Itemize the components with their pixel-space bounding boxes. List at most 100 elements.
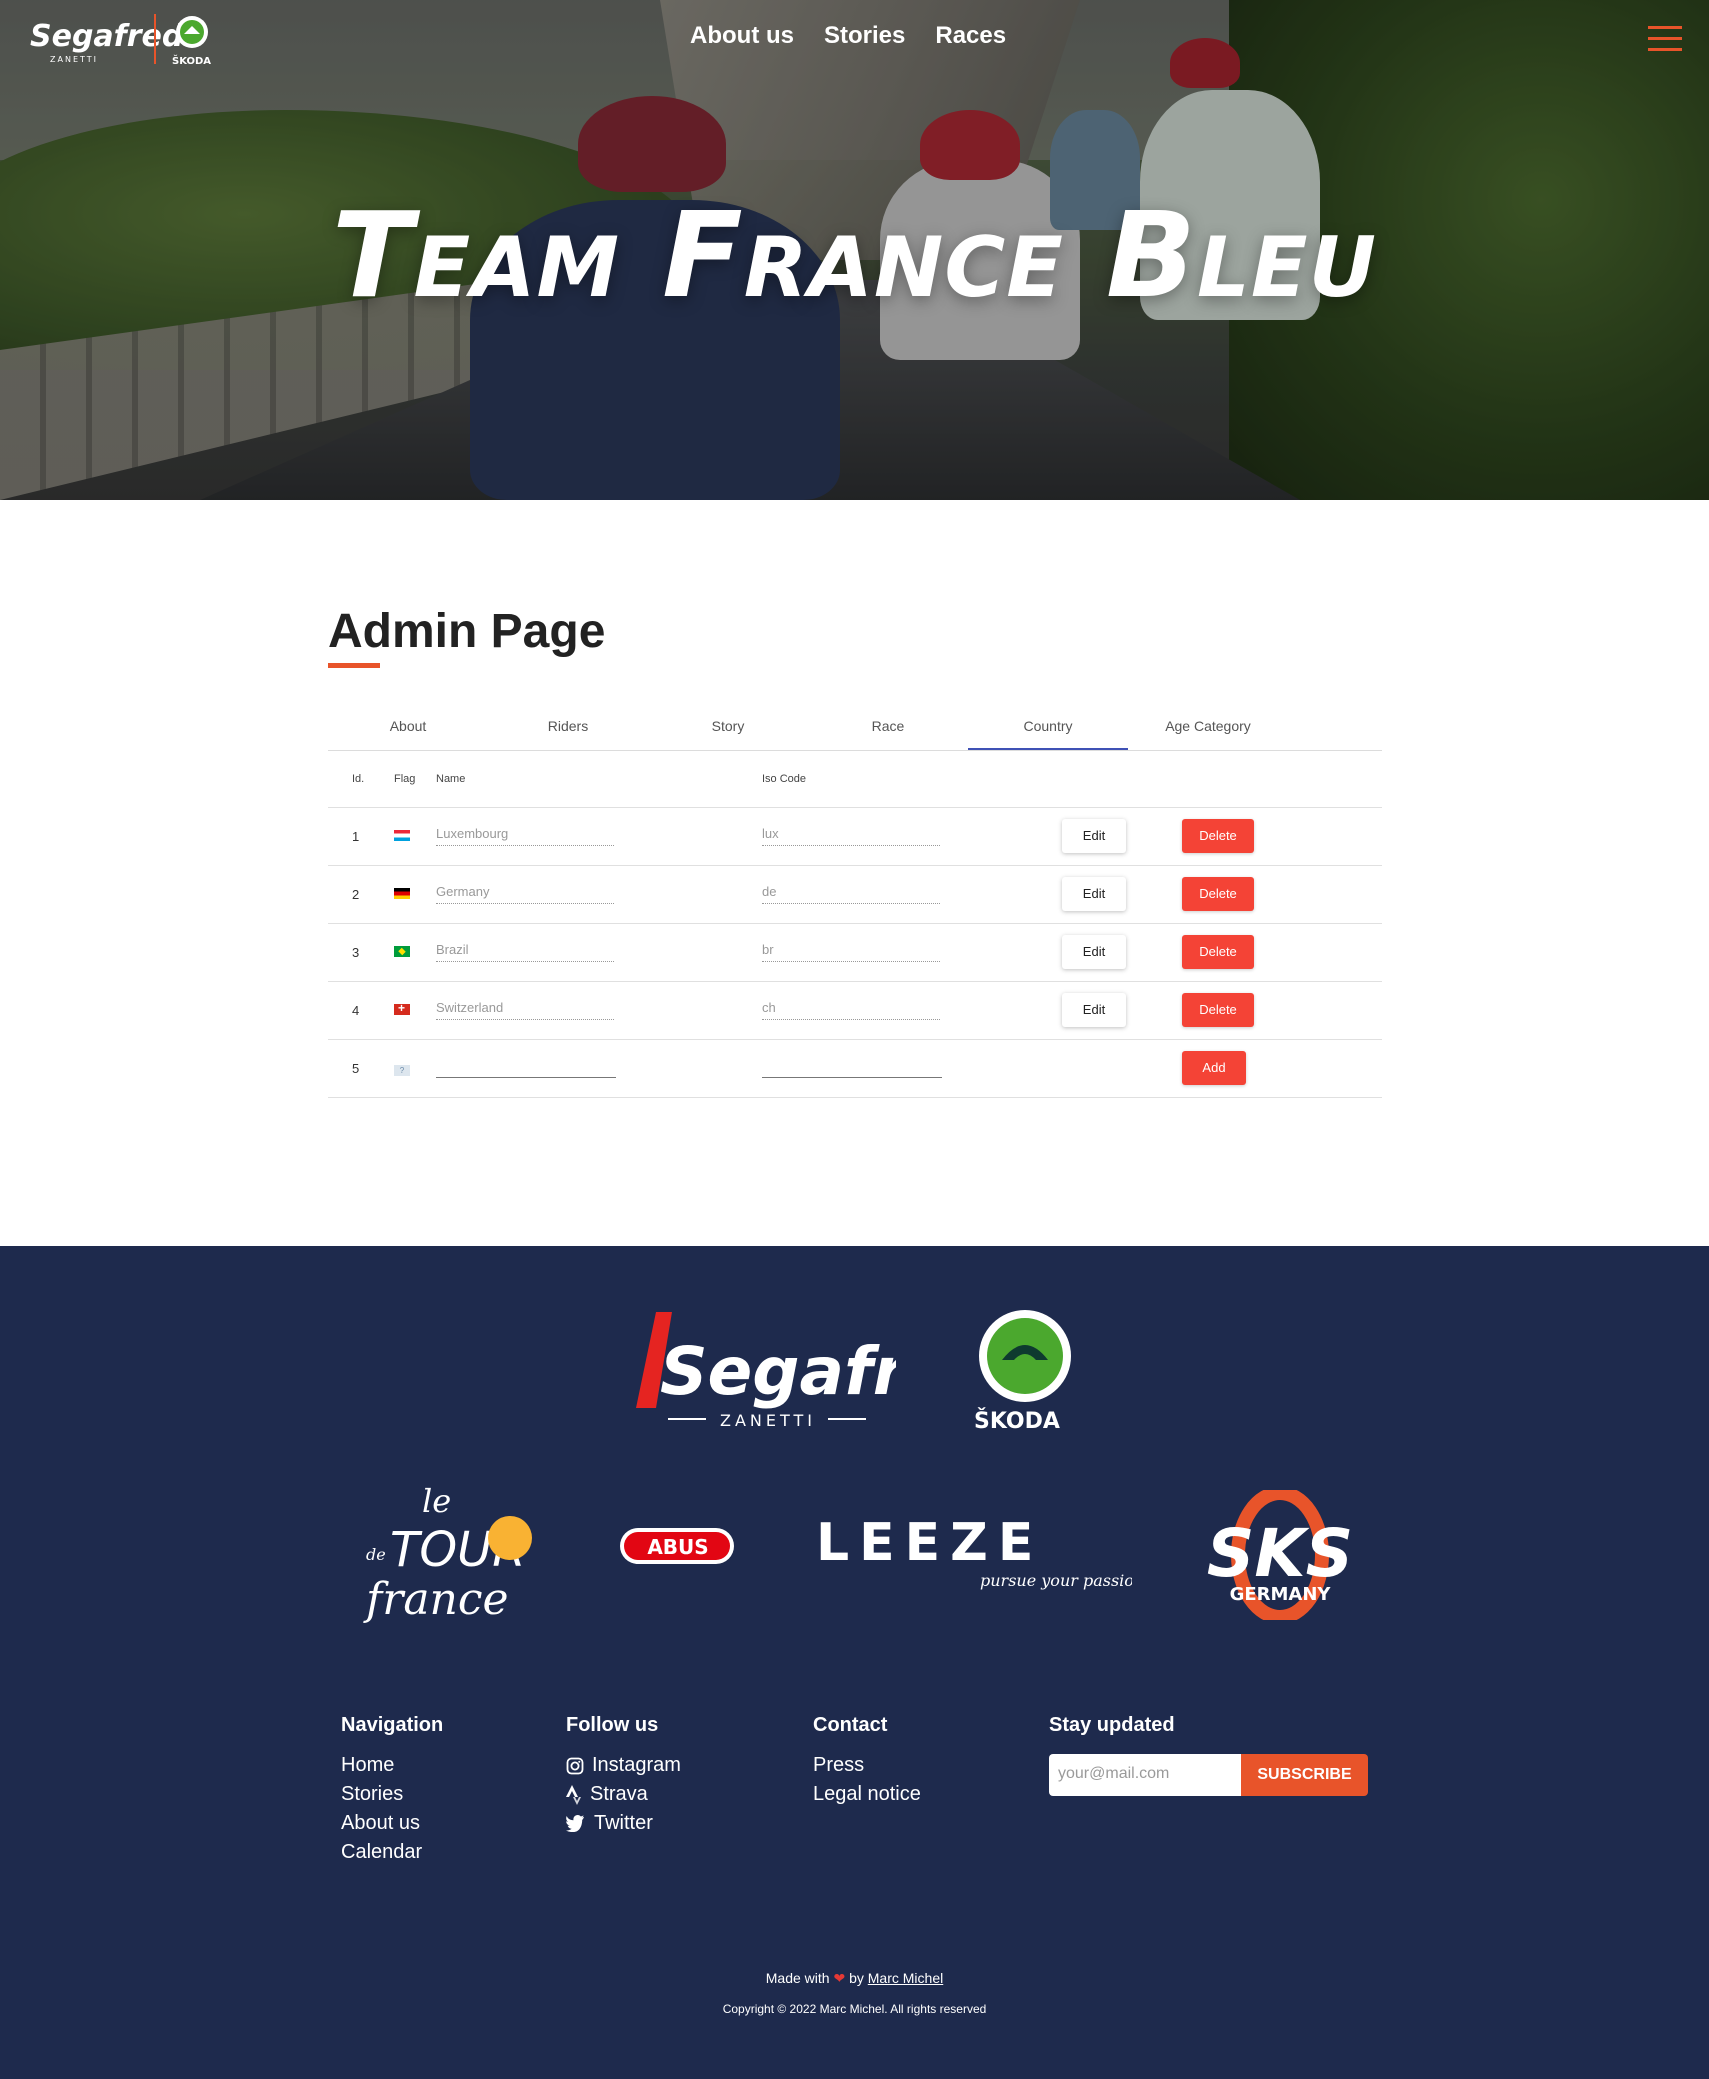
footer-follow: Follow us Instagram Strava Twitter	[566, 1714, 681, 1838]
footer-link-home[interactable]: Home	[341, 1751, 443, 1780]
segafredo-logo-name: Segafredo	[660, 1333, 896, 1410]
name-field[interactable]: Brazil	[436, 942, 614, 962]
sks-logo-sub: GERMANY	[1230, 1584, 1332, 1605]
footer-newsletter: Stay updated	[1049, 1714, 1175, 1751]
country-table: Id. Flag Name Iso Code 1 Luxembourg lux …	[328, 751, 1382, 1098]
footer-navigation-title: Navigation	[341, 1714, 444, 1736]
new-iso-input[interactable]	[762, 1058, 942, 1078]
table-row: 3 Brazil br Edit Delete	[328, 923, 1382, 982]
edit-button[interactable]: Edit	[1062, 993, 1126, 1027]
footer-link-press[interactable]: Press	[813, 1751, 921, 1780]
tab-age-category[interactable]: Age Category	[1128, 706, 1288, 750]
top-nav: About us Stories Races	[690, 22, 1006, 50]
segafredo-logo-sub: ZANETTI	[720, 1411, 816, 1430]
germany-flag-icon	[394, 887, 410, 899]
table-row: 1 Luxembourg lux Edit Delete	[328, 807, 1382, 866]
footer-contact: Contact Press Legal notice	[813, 1714, 921, 1809]
admin-section: Admin Page About Riders Story Race Count…	[328, 604, 1382, 1098]
iso-field[interactable]: de	[762, 884, 940, 904]
nav-about-us[interactable]: About us	[690, 22, 794, 50]
newsletter-form: your@mail.com SUBSCRIBE	[1049, 1754, 1368, 1796]
edit-button[interactable]: Edit	[1062, 935, 1126, 969]
abus-logo-name: ABUS	[647, 1535, 708, 1559]
footer-link-instagram[interactable]: Instagram	[566, 1751, 681, 1780]
footer-link-about-us[interactable]: About us	[341, 1809, 443, 1838]
leeze-logo[interactable]: LEEZE pursue your passion	[816, 1512, 1132, 1598]
strava-icon	[566, 1784, 581, 1805]
switzerland-flag-icon	[394, 1001, 410, 1015]
footer-navigation: Navigation Home Stories About us Calenda…	[341, 1714, 443, 1867]
tab-about[interactable]: About	[328, 706, 488, 750]
table-row: 4 Switzerland ch Edit Delete	[328, 981, 1382, 1040]
hero-banner: Segafredo ZANETTI ŠKODA About us Stories…	[0, 0, 1709, 500]
footer-link-twitter[interactable]: Twitter	[566, 1809, 681, 1838]
leeze-logo-tagline: pursue your passion	[980, 1571, 1132, 1590]
row-id: 1	[328, 807, 394, 866]
segafredo-logo[interactable]: Segafredo ZANETTI	[626, 1308, 896, 1432]
footer-link-legal-notice[interactable]: Legal notice	[813, 1780, 921, 1809]
hero-title: Team France Bleu	[332, 186, 1377, 324]
row-id: 4	[328, 981, 394, 1040]
iso-field[interactable]: lux	[762, 826, 940, 846]
brand-logo-partner: ŠKODA	[172, 54, 211, 67]
tdf-logo-de: de	[366, 1545, 386, 1564]
heart-icon: ❤	[833, 1970, 846, 1986]
leeze-logo-name: LEEZE	[816, 1513, 1043, 1573]
add-button[interactable]: Add	[1182, 1051, 1246, 1085]
abus-logo[interactable]: ABUS	[618, 1526, 738, 1568]
footer-link-calendar[interactable]: Calendar	[341, 1838, 443, 1867]
footer-follow-title: Follow us	[566, 1714, 659, 1736]
column-header-id: Id.	[328, 751, 394, 808]
tdf-logo-france: france	[363, 1574, 509, 1625]
strava-label: Strava	[590, 1783, 648, 1805]
copyright: Copyright © 2022 Marc Michel. All rights…	[722, 2002, 987, 2016]
instagram-label: Instagram	[592, 1754, 681, 1776]
footer-link-strava[interactable]: Strava	[566, 1780, 681, 1809]
email-input[interactable]: your@mail.com	[1049, 1754, 1241, 1796]
brazil-flag-icon	[394, 945, 410, 957]
subscribe-button[interactable]: SUBSCRIBE	[1241, 1754, 1368, 1796]
tab-story[interactable]: Story	[648, 706, 808, 750]
skoda-logo[interactable]: ŠKODA	[972, 1310, 1084, 1434]
column-header-iso: Iso Code	[762, 751, 1062, 808]
tab-riders[interactable]: Riders	[488, 706, 648, 750]
delete-button[interactable]: Delete	[1182, 935, 1254, 969]
sks-logo-name: SKS	[1207, 1515, 1353, 1592]
table-row: 2 Germany de Edit Delete	[328, 865, 1382, 924]
nav-stories[interactable]: Stories	[824, 22, 905, 50]
menu-icon[interactable]	[1648, 26, 1682, 54]
made-with-by: by	[849, 1970, 864, 1986]
brand-logo-sub: ZANETTI	[50, 55, 98, 64]
iso-field[interactable]: ch	[762, 1000, 940, 1020]
footer: Segafredo ZANETTI ŠKODA le de TOUR franc…	[0, 1246, 1709, 2079]
delete-button[interactable]: Delete	[1182, 877, 1254, 911]
row-id: 2	[328, 865, 394, 924]
name-field[interactable]: Germany	[436, 884, 614, 904]
row-id: 3	[328, 923, 394, 982]
new-name-input[interactable]	[436, 1058, 616, 1078]
tdf-logo-le: le	[422, 1482, 451, 1520]
sks-germany-logo[interactable]: SKS GERMANY	[1206, 1490, 1354, 1620]
admin-tabs: About Riders Story Race Country Age Cate…	[328, 706, 1382, 751]
unknown-flag-icon: ?	[394, 1064, 410, 1076]
nav-races[interactable]: Races	[935, 22, 1006, 50]
delete-button[interactable]: Delete	[1182, 993, 1254, 1027]
twitter-icon	[566, 1815, 585, 1832]
column-header-name: Name	[436, 751, 762, 808]
name-field[interactable]: Luxembourg	[436, 826, 614, 846]
delete-button[interactable]: Delete	[1182, 819, 1254, 853]
tab-race[interactable]: Race	[808, 706, 968, 750]
iso-field[interactable]: br	[762, 942, 940, 962]
new-row: 5 ? Add	[328, 1039, 1382, 1098]
edit-button[interactable]: Edit	[1062, 877, 1126, 911]
name-field[interactable]: Switzerland	[436, 1000, 614, 1020]
tour-de-france-logo[interactable]: le de TOUR france	[360, 1476, 538, 1626]
footer-link-stories[interactable]: Stories	[341, 1780, 443, 1809]
author-link[interactable]: Marc Michel	[868, 1970, 943, 1986]
tab-country[interactable]: Country	[968, 706, 1128, 750]
footer-contact-title: Contact	[813, 1714, 888, 1736]
brand-logo[interactable]: Segafredo ZANETTI ŠKODA	[30, 12, 220, 68]
column-header-flag: Flag	[394, 751, 436, 808]
edit-button[interactable]: Edit	[1062, 819, 1126, 853]
footer-newsletter-title: Stay updated	[1049, 1714, 1175, 1736]
